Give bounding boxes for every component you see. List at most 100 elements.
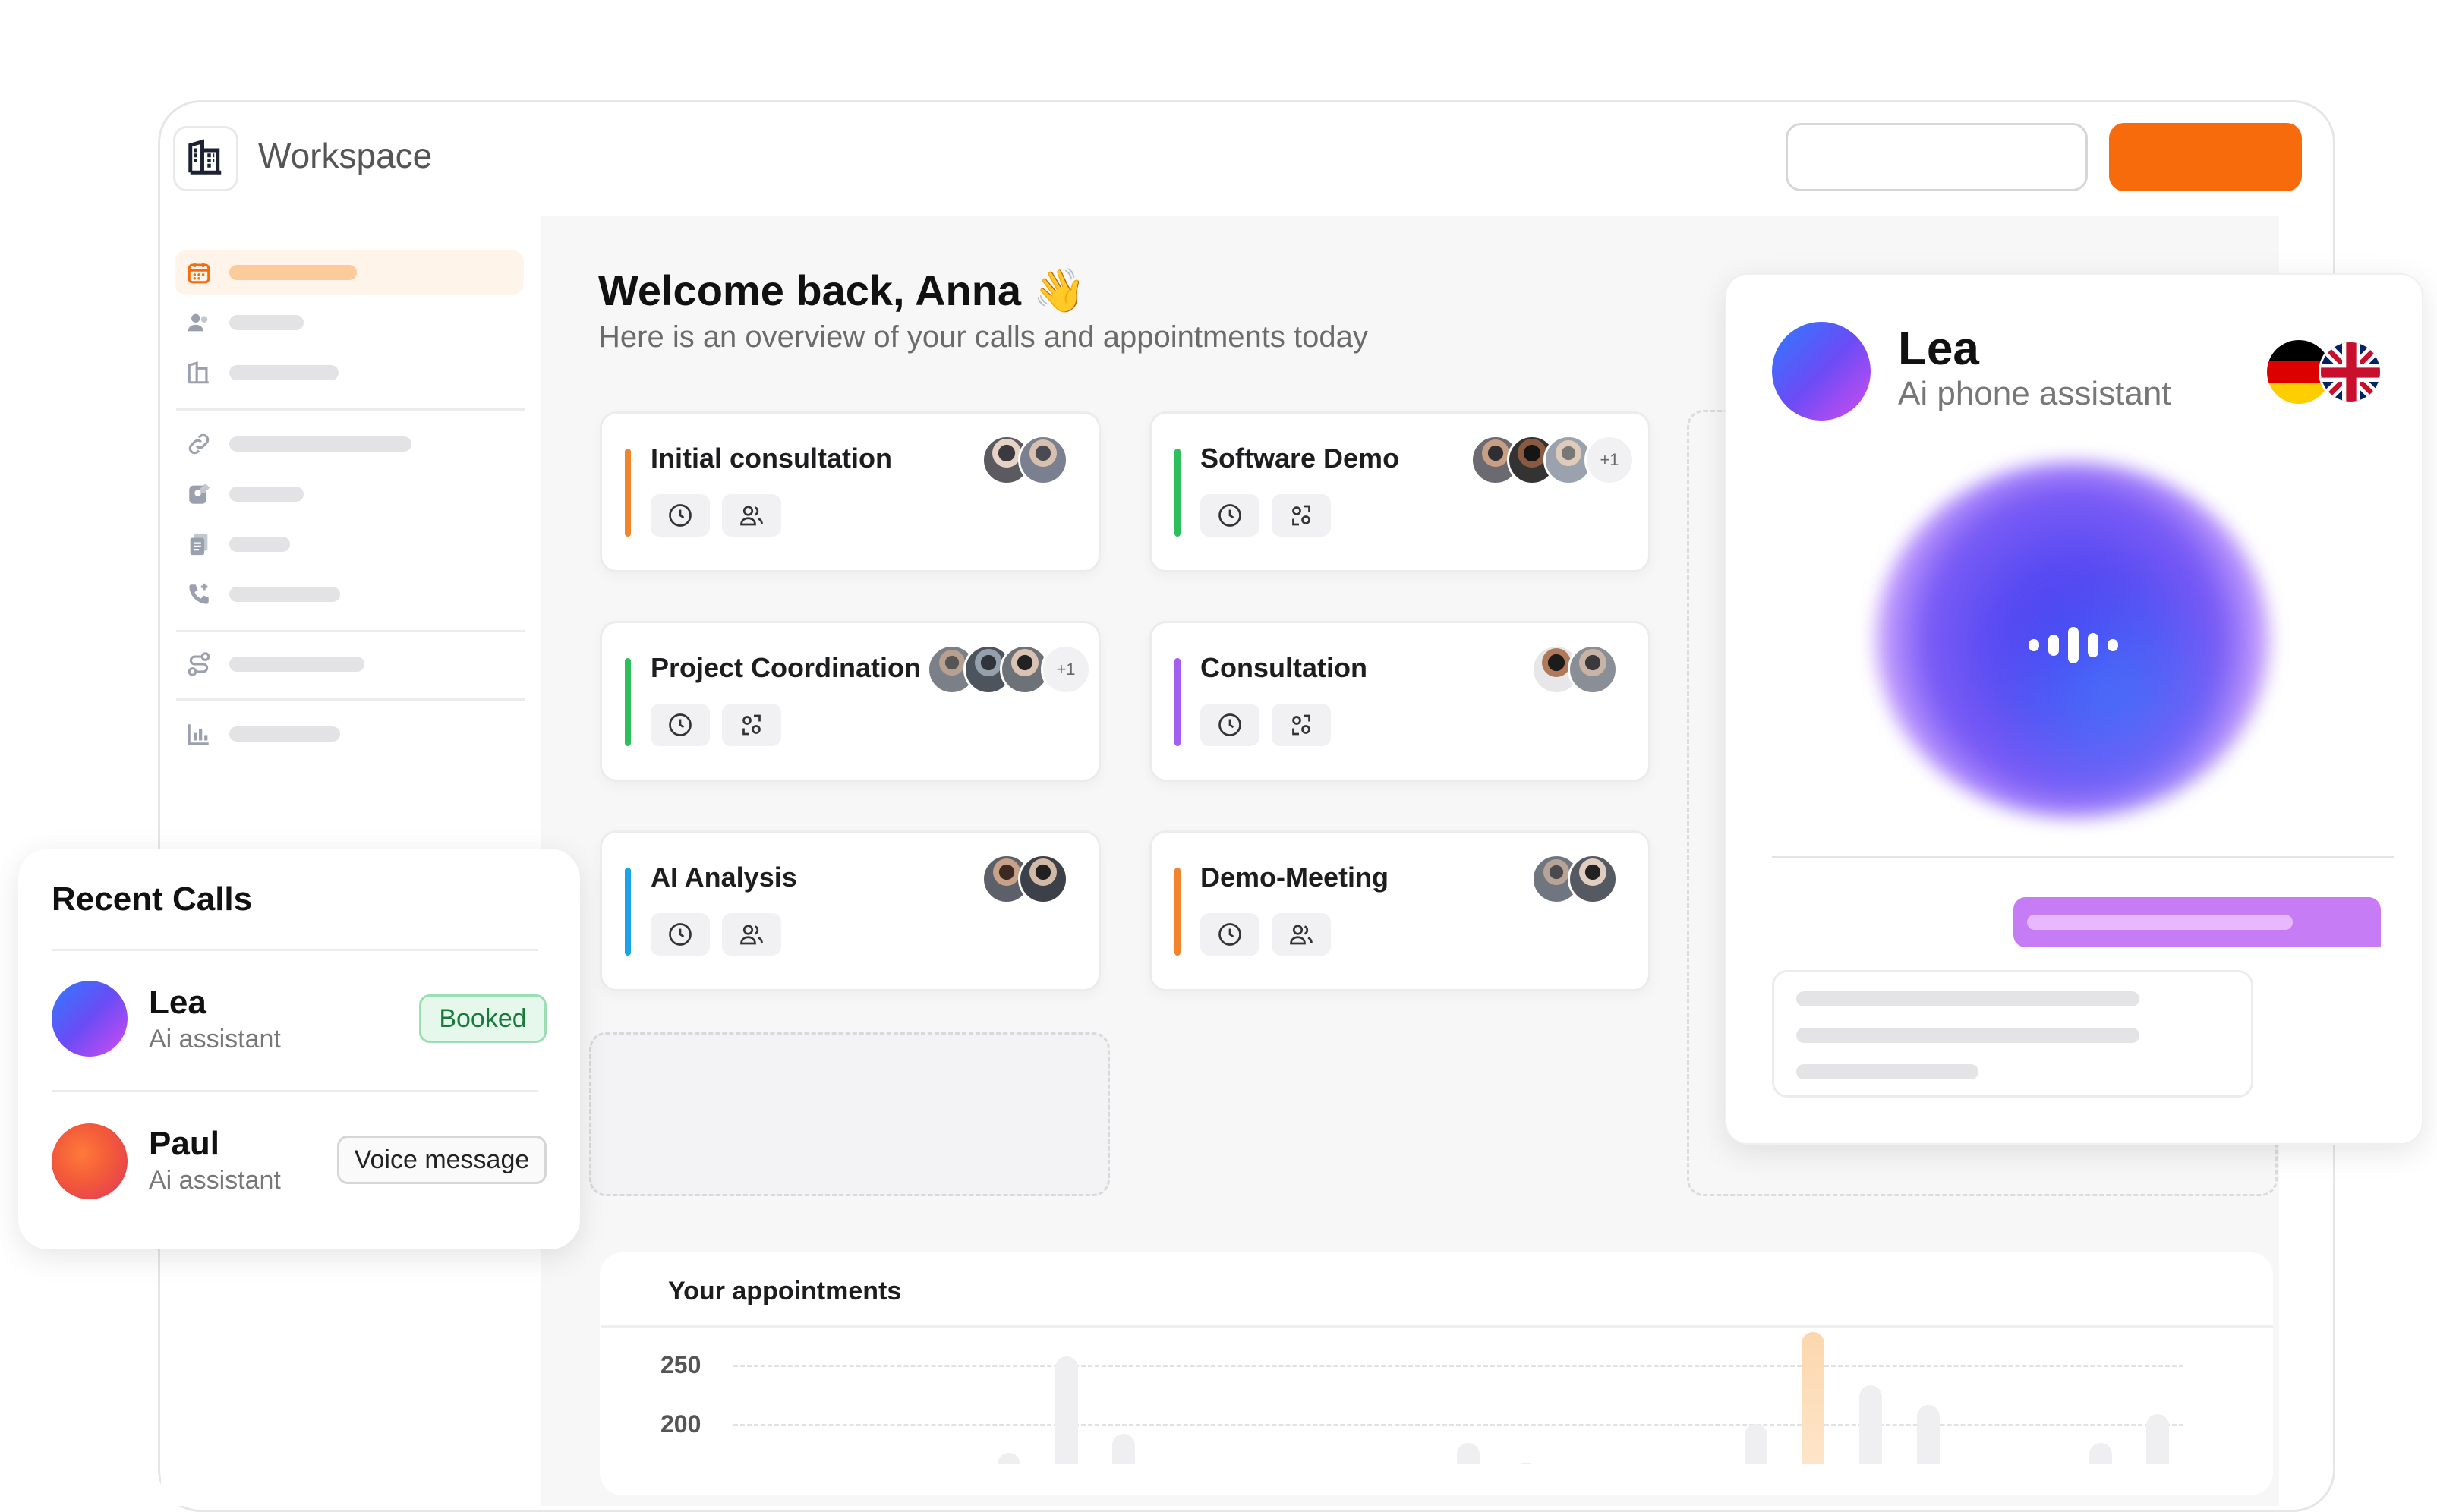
users-icon — [184, 307, 214, 338]
participant-avatars — [982, 435, 1068, 488]
workspace-title: Workspace — [258, 136, 433, 175]
users-icon[interactable] — [722, 913, 781, 956]
participant-avatars: +1 — [1471, 435, 1635, 488]
call-name: Paul — [149, 1125, 219, 1162]
card-title: Consultation — [1200, 652, 1367, 683]
sidebar-item-label — [229, 265, 357, 280]
chart-bar — [1916, 1404, 1940, 1464]
call-avatar — [52, 1123, 128, 1199]
calendar-icon — [184, 257, 214, 288]
clock-icon[interactable] — [651, 913, 710, 956]
users-swap-icon[interactable] — [1272, 494, 1331, 537]
users-swap-icon[interactable] — [722, 704, 781, 746]
recent-calls-divider — [52, 1090, 538, 1092]
status-badge[interactable]: Booked — [419, 994, 547, 1043]
avatar — [1018, 854, 1068, 904]
workspace-logo[interactable] — [173, 126, 238, 191]
sidebar-item-users[interactable] — [175, 301, 524, 345]
users-icon[interactable] — [1272, 913, 1331, 956]
clock-icon[interactable] — [1200, 704, 1259, 746]
chart-bar — [1744, 1423, 1767, 1464]
bar-chart-icon — [184, 719, 214, 749]
sidebar-item-links[interactable] — [175, 422, 524, 466]
transcript-line — [1796, 1064, 1978, 1079]
appointments-title: Your appointments — [668, 1277, 902, 1306]
appointments-divider — [601, 1325, 2273, 1328]
sidebar-item-label — [229, 315, 304, 330]
appointment-card[interactable]: Initial consultation — [600, 411, 1101, 572]
clock-icon[interactable] — [651, 494, 710, 537]
primary-button[interactable] — [2109, 123, 2302, 191]
clock-icon[interactable] — [1200, 494, 1259, 537]
card-color-stripe — [625, 868, 631, 956]
chart-bar — [1055, 1356, 1078, 1464]
y-tick-label: 250 — [660, 1351, 701, 1378]
users-icon[interactable] — [722, 494, 781, 537]
sidebar-item-workflows[interactable] — [175, 642, 524, 686]
voice-wave-icon — [2027, 625, 2141, 665]
participant-avatars — [1531, 854, 1618, 907]
participant-avatars — [982, 854, 1068, 907]
link-icon — [184, 429, 214, 459]
appointments-chart — [865, 1328, 2186, 1464]
chat-message-text-placeholder — [2027, 915, 2293, 930]
y-tick-label: 200 — [660, 1410, 701, 1438]
card-title: Project Coordination — [651, 652, 922, 683]
secondary-button[interactable] — [1786, 123, 2088, 191]
contact-edit-icon — [184, 479, 214, 509]
sidebar-item-analytics[interactable] — [175, 712, 524, 756]
voice-orb-glow — [1974, 577, 2247, 805]
card-color-stripe — [1174, 449, 1181, 537]
building-icon — [184, 358, 214, 388]
sidebar-divider — [176, 698, 525, 701]
card-color-stripe — [1174, 868, 1181, 956]
empty-card-placeholder — [589, 1032, 1110, 1196]
assistant-role: Ai phone assistant — [1898, 375, 2171, 412]
transcript-line — [1796, 991, 2139, 1006]
card-title: Software Demo — [1200, 443, 1400, 474]
appointment-card[interactable]: Consultation — [1149, 621, 1650, 782]
page-subtitle: Here is an overview of your calls and ap… — [598, 320, 1368, 354]
appointment-card[interactable]: Demo-Meeting — [1149, 830, 1650, 991]
sidebar-item-label — [229, 587, 340, 602]
sidebar-item-calls[interactable] — [175, 572, 524, 616]
appointment-card[interactable]: AI Analysis — [600, 830, 1101, 991]
sidebar-item-company[interactable] — [175, 351, 524, 395]
card-title: AI Analysis — [651, 862, 797, 893]
chart-bar — [2146, 1414, 2170, 1464]
sidebar-item-documents[interactable] — [175, 522, 524, 566]
more-participants-badge[interactable]: +1 — [1584, 435, 1635, 485]
call-avatar — [52, 981, 128, 1057]
appointment-card[interactable]: Software Demo +1 — [1149, 411, 1650, 572]
documents-icon — [184, 529, 214, 559]
building-icon — [185, 137, 226, 181]
sidebar-item-label — [229, 537, 290, 552]
card-title: Initial consultation — [651, 443, 893, 474]
users-swap-icon[interactable] — [1272, 704, 1331, 746]
appointment-card[interactable]: Project Coordination +1 — [600, 621, 1101, 782]
more-participants-badge[interactable]: +1 — [1041, 644, 1091, 695]
card-title: Demo-Meeting — [1200, 862, 1389, 893]
chart-bar — [998, 1453, 1021, 1464]
recent-calls-divider — [52, 949, 538, 951]
sidebar-divider — [176, 630, 525, 632]
sidebar-item-contacts[interactable] — [175, 472, 524, 516]
voice-message-button[interactable]: Voice message — [337, 1136, 547, 1184]
page-title: Welcome back, Anna 👋 — [598, 266, 1086, 314]
participant-avatars: +1 — [927, 644, 1091, 698]
call-name: Lea — [149, 984, 206, 1021]
avatar — [1568, 644, 1618, 695]
sidebar-item-calendar[interactable] — [175, 250, 524, 295]
avatar — [1568, 854, 1618, 904]
participant-avatars — [1531, 644, 1618, 698]
sidebar-item-label — [229, 726, 340, 742]
card-color-stripe — [625, 449, 631, 537]
sidebar-item-label — [229, 365, 339, 380]
clock-icon[interactable] — [1200, 913, 1259, 956]
clock-icon[interactable] — [651, 704, 710, 746]
assistant-name: Lea — [1898, 323, 1979, 375]
chart-bar — [1802, 1332, 1825, 1464]
transcript-line — [1796, 1028, 2139, 1043]
uk-flag-icon[interactable] — [2319, 340, 2382, 404]
chart-bar — [1858, 1385, 1882, 1464]
